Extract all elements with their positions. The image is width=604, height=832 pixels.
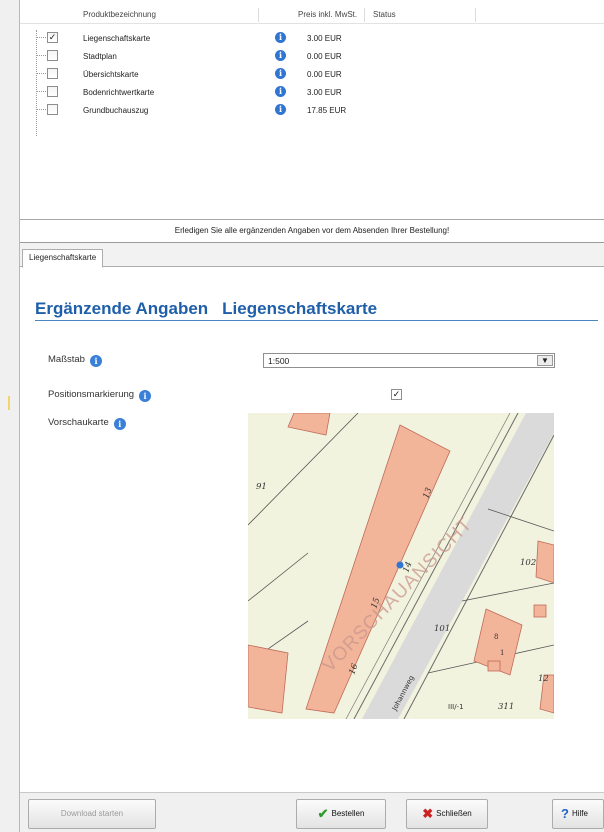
order-label: Bestellen: [331, 809, 365, 818]
building: [248, 644, 289, 714]
product-price: 17.85 EUR: [307, 106, 347, 115]
product-name: Liegenschaftskarte: [83, 34, 151, 43]
checkmark-icon: ✔: [317, 806, 329, 821]
chevron-down-icon[interactable]: ▼: [537, 355, 553, 366]
parcel-number: 12: [538, 674, 549, 684]
tab-strip: Liegenschaftskarte: [20, 243, 604, 268]
help-button[interactable]: ? Hilfe: [552, 799, 604, 829]
product-checkbox[interactable]: [47, 104, 58, 115]
building: [487, 660, 501, 672]
title-divider: [35, 320, 598, 321]
parcel-number: 311: [498, 702, 514, 712]
tab-liegenschaftskarte[interactable]: Liegenschaftskarte: [22, 249, 104, 268]
close-label: Schließen: [436, 809, 472, 818]
building: [535, 540, 554, 584]
info-icon[interactable]: i: [275, 86, 286, 97]
product-row[interactable]: Stadtplan i 0.00 EUR: [20, 47, 604, 65]
info-icon[interactable]: i: [275, 104, 286, 115]
parcel-number: 91: [256, 482, 267, 492]
product-name: Übersichtskarte: [83, 70, 139, 79]
product-row[interactable]: Grundbuchauszug i 17.85 EUR: [20, 101, 604, 119]
product-checkbox[interactable]: [47, 86, 58, 97]
product-name: Bodenrichtwertkarte: [83, 88, 155, 97]
info-icon[interactable]: i: [139, 390, 152, 402]
product-name: Stadtplan: [83, 52, 117, 61]
pending-details-message: Erledigen Sie alle ergänzenden Angaben v…: [20, 221, 604, 241]
preview-map: VORSCHAUANSICHT Johannweg 91 13 14 15 16 102 1…: [248, 413, 554, 719]
parcel-number: 101: [434, 624, 450, 634]
product-price: 3.00 EUR: [307, 88, 342, 97]
position-checkbox[interactable]: ✓: [391, 389, 402, 400]
map-extra-label: III/-1: [448, 703, 464, 711]
frame-marker: [8, 396, 10, 410]
action-bar: Download starten ✔ Bestellen ✖ Schließen ?…: [20, 792, 604, 832]
product-list: Produktbezeichnung Preis inkl. MwSt. Sta…: [20, 0, 604, 220]
product-row[interactable]: Bodenrichtwertkarte i 3.00 EUR: [20, 83, 604, 101]
position-label: Positionsmarkierung i: [48, 389, 152, 402]
preview-label: Vorschaukarte i: [48, 417, 126, 430]
download-button[interactable]: Download starten: [28, 799, 156, 829]
close-icon: ✖: [422, 806, 434, 821]
column-header-price[interactable]: Preis inkl. MwSt.: [298, 10, 357, 19]
house-number: 1: [500, 649, 504, 657]
preview-label-text: Vorschaukarte: [48, 417, 109, 428]
product-list-header: Produktbezeichnung Preis inkl. MwSt. Sta…: [20, 0, 604, 24]
window-frame: [0, 0, 20, 832]
house-number: 8: [494, 633, 498, 641]
info-icon[interactable]: i: [275, 32, 286, 43]
product-row[interactable]: Übersichtskarte i 0.00 EUR: [20, 65, 604, 83]
product-row[interactable]: ✓ Liegenschaftskarte i 3.00 EUR: [20, 29, 604, 47]
section-title: Ergänzende Angaben Liegenschaftskarte: [35, 299, 377, 319]
column-header-status[interactable]: Status: [373, 10, 396, 19]
building: [533, 604, 547, 618]
info-icon[interactable]: i: [89, 355, 102, 367]
product-checkbox[interactable]: [47, 50, 58, 61]
help-icon: ?: [561, 806, 569, 821]
product-price: 0.00 EUR: [307, 52, 342, 61]
product-checkbox[interactable]: ✓: [47, 32, 58, 43]
column-header-name[interactable]: Produktbezeichnung: [83, 10, 156, 19]
product-checkbox[interactable]: [47, 68, 58, 79]
massstab-label-text: Maßstab: [48, 354, 85, 365]
close-button[interactable]: ✖ Schließen: [406, 799, 488, 829]
order-button[interactable]: ✔ Bestellen: [296, 799, 386, 829]
section-title-product: Liegenschaftskarte: [222, 299, 378, 318]
info-icon[interactable]: i: [275, 50, 286, 61]
product-name: Grundbuchauszug: [83, 106, 149, 115]
product-price: 3.00 EUR: [307, 34, 342, 43]
massstab-label: Maßstab i: [48, 354, 102, 367]
section-title-prefix: Ergänzende Angaben: [35, 299, 209, 318]
info-icon[interactable]: i: [113, 418, 126, 430]
massstab-select[interactable]: 1:500 ▼: [263, 353, 555, 368]
parcel-number: 102: [520, 558, 536, 568]
product-price: 0.00 EUR: [307, 70, 342, 79]
massstab-value: 1:500: [268, 356, 290, 366]
position-label-text: Positionsmarkierung: [48, 389, 135, 400]
help-label: Hilfe: [571, 809, 588, 818]
detail-panel: Liegenschaftskarte Ergänzende Angaben Lie…: [20, 242, 604, 792]
info-icon[interactable]: i: [275, 68, 286, 79]
